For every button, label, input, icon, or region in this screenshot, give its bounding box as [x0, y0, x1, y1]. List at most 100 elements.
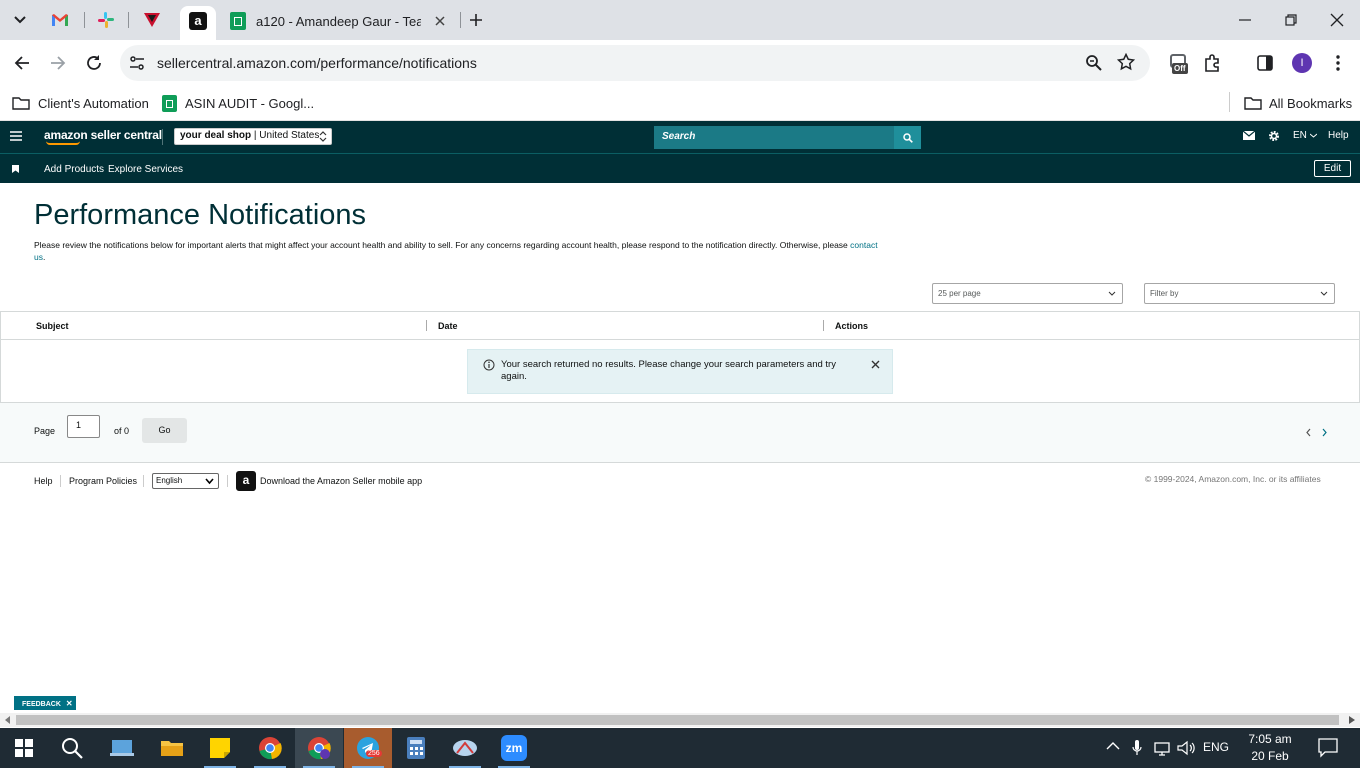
bookmark-divider	[1229, 92, 1230, 112]
footer-help-link[interactable]: Help	[34, 476, 53, 486]
site-info-icon[interactable]	[127, 53, 147, 73]
telegram-icon[interactable]: 256	[344, 728, 392, 768]
scroll-right-icon[interactable]	[1349, 716, 1355, 724]
download-app-link[interactable]: Download the Amazon Seller mobile app	[260, 476, 422, 486]
sheets-icon	[230, 12, 246, 30]
page-count: of 0	[114, 426, 130, 436]
extensions-puzzle-icon[interactable]	[1203, 53, 1223, 73]
all-bookmarks-label: All Bookmarks	[1269, 95, 1353, 111]
taskbar-search-icon[interactable]	[48, 728, 96, 768]
page-title: Performance Notifications	[34, 199, 367, 231]
extension-off-icon[interactable]: Off	[1168, 52, 1192, 76]
tab-separator	[84, 12, 85, 28]
chevron-down-icon	[205, 478, 214, 485]
hamburger-menu-icon[interactable]	[10, 131, 22, 141]
telegram-badge: 256	[366, 750, 382, 757]
chrome-profile-icon[interactable]	[295, 728, 343, 768]
mail-icon[interactable]	[1243, 131, 1255, 140]
network-icon[interactable]	[1153, 740, 1171, 756]
calculator-icon[interactable]	[392, 728, 440, 768]
extension-badge: Off	[1172, 63, 1188, 74]
input-language-indicator[interactable]: ENG	[1203, 740, 1229, 754]
windows-start-icon[interactable]	[0, 728, 48, 768]
per-page-select[interactable]: 25 per page	[932, 283, 1123, 304]
zoom-app-icon[interactable]: zm	[490, 728, 538, 768]
snipping-tool-icon[interactable]	[441, 728, 489, 768]
taskbar-pc-icon[interactable]	[98, 728, 146, 768]
scrollbar-thumb[interactable]	[16, 715, 1339, 725]
volume-icon[interactable]	[1177, 740, 1195, 756]
seller-central-logo[interactable]: amazon seller central	[44, 128, 162, 145]
minimize-icon[interactable]	[1236, 12, 1254, 28]
account-shop: your deal shop	[180, 130, 252, 141]
bookmark-clients-automation[interactable]: Client's Automation	[12, 92, 149, 114]
tab-separator	[128, 12, 129, 28]
reload-icon[interactable]	[84, 53, 104, 73]
bookmark-nav-icon[interactable]	[12, 165, 19, 173]
all-bookmarks[interactable]: All Bookmarks	[1244, 92, 1352, 114]
url-text[interactable]: sellercentral.amazon.com/performance/not…	[157, 55, 477, 71]
chrome-icon[interactable]	[246, 728, 294, 768]
sticky-notes-icon[interactable]	[196, 728, 244, 768]
side-panel-icon[interactable]	[1256, 54, 1274, 72]
browser-menu-icon[interactable]	[1330, 54, 1346, 72]
tray-overflow-icon[interactable]	[1106, 741, 1120, 751]
column-subject[interactable]: Subject	[36, 321, 69, 331]
feedback-button[interactable]: FEEDBACK ✕	[14, 696, 76, 710]
tab-separator	[460, 12, 461, 28]
info-icon	[483, 359, 495, 371]
forward-icon[interactable]	[48, 53, 68, 73]
go-button[interactable]: Go	[142, 418, 187, 443]
zoom-icon[interactable]	[1085, 54, 1103, 72]
program-policies-link[interactable]: Program Policies	[69, 476, 137, 486]
search-button[interactable]	[894, 126, 921, 149]
new-tab-icon[interactable]	[466, 10, 486, 30]
column-divider	[823, 320, 824, 331]
notification-center-icon[interactable]	[1318, 738, 1338, 758]
close-feedback-icon[interactable]: ✕	[66, 699, 73, 708]
close-window-icon[interactable]	[1328, 11, 1346, 29]
help-link[interactable]: Help	[1328, 130, 1349, 141]
close-alert-icon[interactable]	[871, 360, 880, 369]
tab-sheets[interactable]: a120 - Amandeep Gaur - Team	[230, 8, 455, 34]
language-select[interactable]: English	[152, 473, 219, 489]
next-page-icon[interactable]	[1321, 428, 1328, 437]
gmail-tab-icon[interactable]	[48, 9, 72, 31]
prev-page-icon[interactable]	[1305, 428, 1312, 437]
page-number-input[interactable]: 1	[67, 415, 100, 438]
folder-icon	[1244, 97, 1262, 110]
bookmark-asin-audit[interactable]: ASIN AUDIT - Googl...	[162, 92, 314, 114]
back-icon[interactable]	[12, 53, 32, 73]
description-text: Please review the notifications below fo…	[34, 240, 848, 250]
footer-divider	[60, 475, 61, 487]
taskbar-clock[interactable]: 7:05 am 20 Feb 2024	[1238, 731, 1302, 768]
profile-avatar[interactable]: I	[1292, 53, 1312, 73]
slack-tab-icon[interactable]	[94, 9, 118, 31]
search-input[interactable]: Search	[654, 126, 894, 149]
filter-by-select[interactable]: Filter by	[1144, 283, 1335, 304]
language-label: EN	[1293, 130, 1307, 141]
scroll-left-icon[interactable]	[5, 716, 11, 724]
tab-title: a120 - Amandeep Gaur - Team	[256, 13, 421, 29]
edit-nav-button[interactable]: Edit	[1314, 160, 1351, 177]
language-menu[interactable]: EN	[1293, 130, 1318, 141]
header-divider	[162, 129, 163, 145]
clock-time: 7:05 am	[1248, 732, 1292, 746]
account-switcher[interactable]: your deal shop | United States	[174, 128, 332, 145]
tab-amazon-active[interactable]: a	[180, 6, 216, 40]
nav-add-products[interactable]: Add Products	[44, 164, 104, 175]
per-page-value: 25 per page	[938, 289, 981, 298]
nav-explore-services[interactable]: Explore Services	[108, 164, 183, 175]
amazon-seller-app-icon[interactable]: a	[236, 471, 256, 491]
column-date[interactable]: Date	[438, 321, 458, 331]
restore-icon[interactable]	[1282, 11, 1300, 29]
file-explorer-icon[interactable]	[148, 728, 196, 768]
sheets-icon	[162, 94, 177, 112]
vpn-tab-icon[interactable]	[140, 9, 164, 31]
chevron-down-icon	[1309, 133, 1318, 138]
bookmark-star-icon[interactable]	[1117, 53, 1135, 71]
tab-search-dropdown-icon[interactable]	[8, 9, 32, 31]
microphone-icon[interactable]	[1132, 740, 1142, 756]
settings-gear-icon[interactable]	[1268, 130, 1280, 142]
close-tab-icon[interactable]	[435, 16, 445, 26]
